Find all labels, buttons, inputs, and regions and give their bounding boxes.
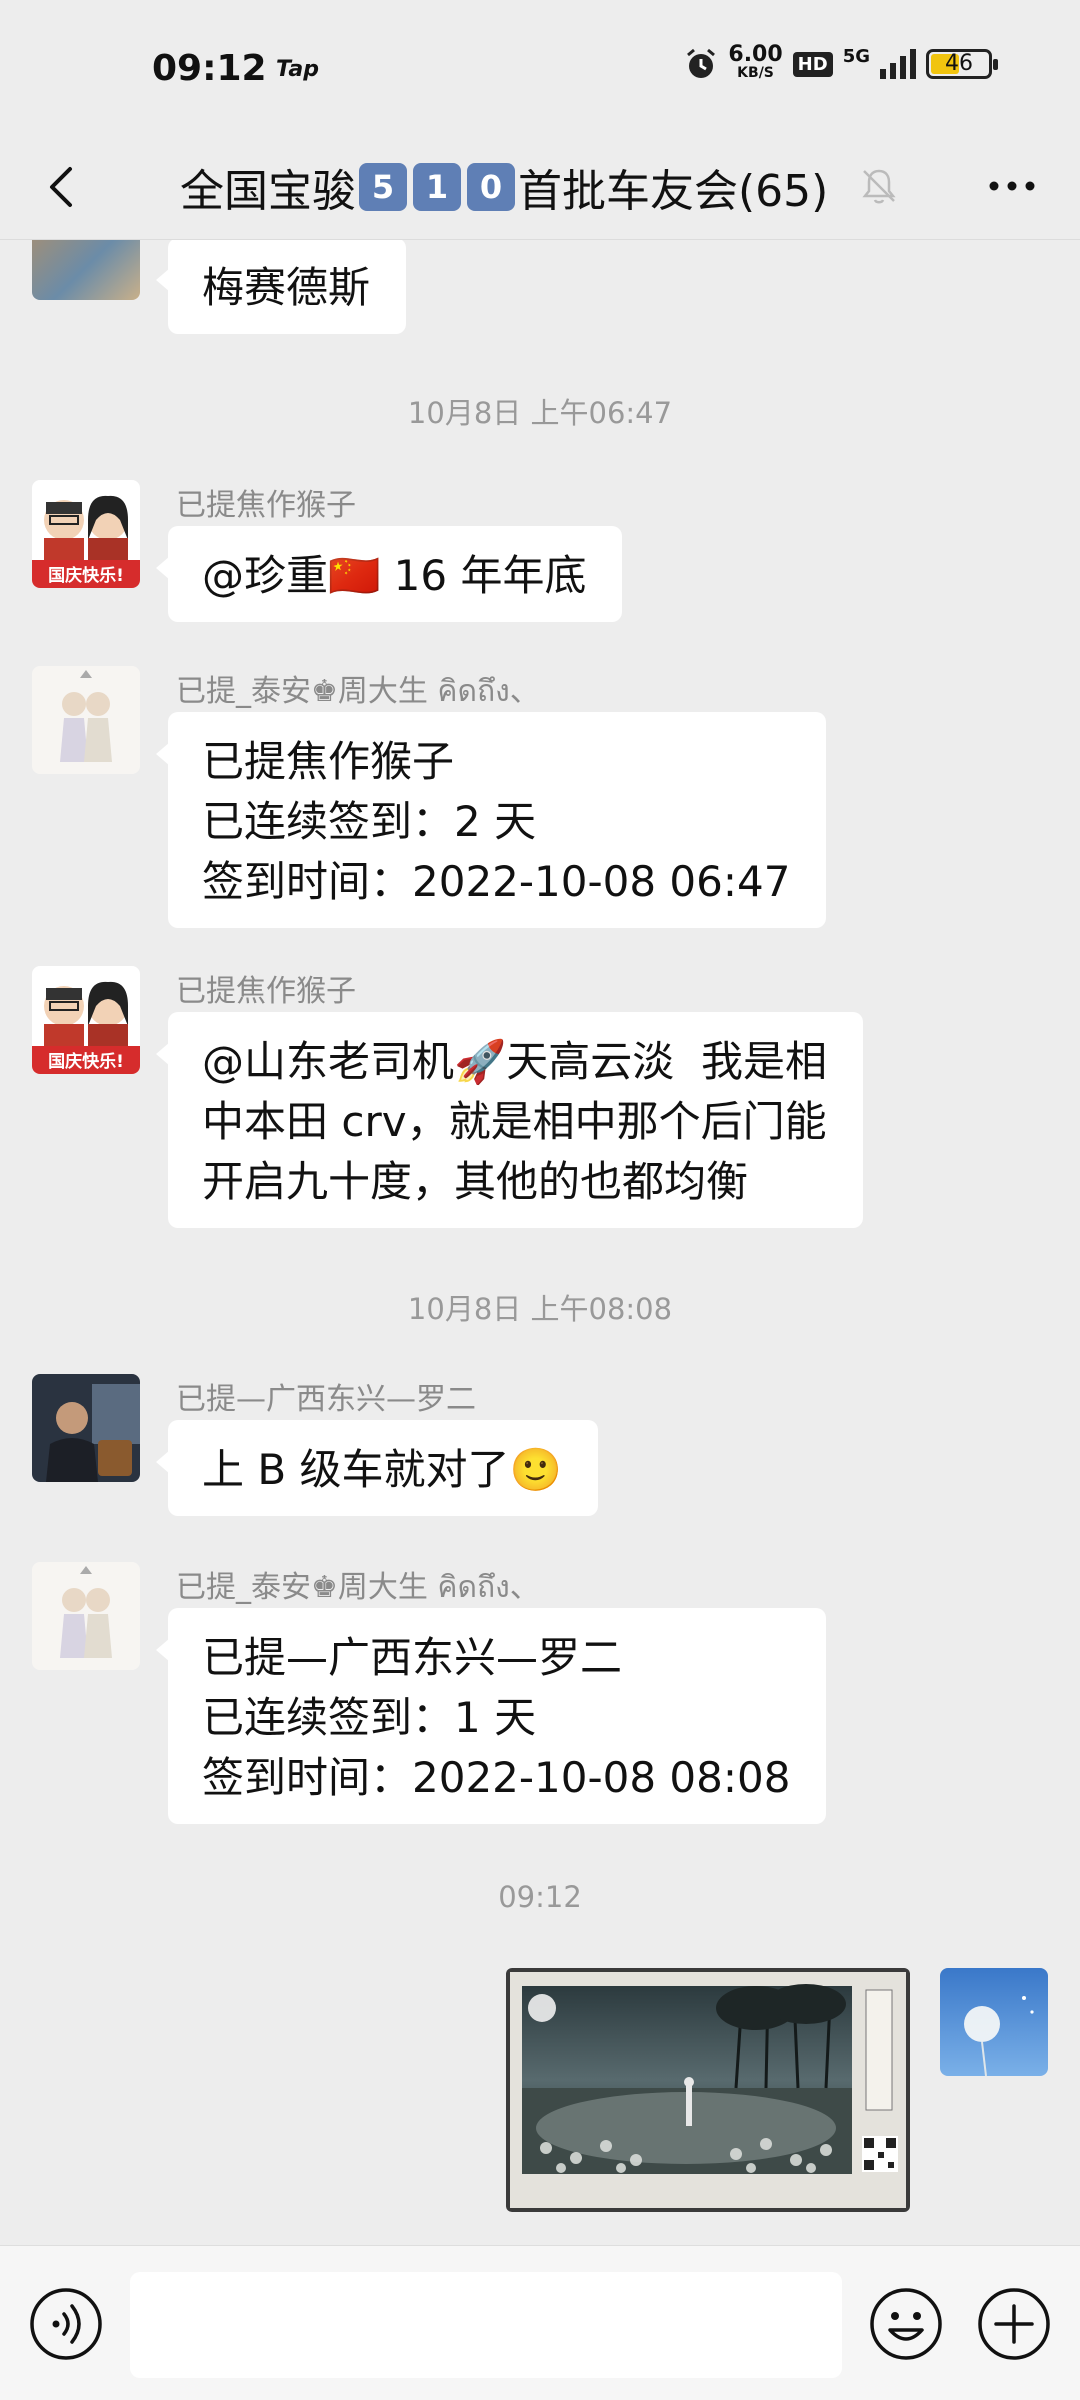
sender-name: 已提_泰安♚周大生 คิดถึง、 [176,1570,540,1605]
message-input[interactable] [130,2272,842,2378]
avatar[interactable]: 国庆快乐! [32,480,140,588]
avatar[interactable] [32,1562,140,1670]
avatar-badge-text: 国庆快乐! [48,565,124,586]
signal-icon [880,49,916,79]
back-icon[interactable] [40,163,88,211]
emoji-icon[interactable] [868,2286,944,2362]
voice-icon[interactable] [28,2286,104,2362]
message-bubble[interactable]: 上 B 级车就对了🙂 [156,1420,598,1516]
title-prefix: 全国宝骏 [180,166,356,217]
title-digit: 0 [467,163,515,211]
message-bubble[interactable]: 已提焦作猴子 已连续签到：2 天 签到时间：2022-10-08 06:47 [155,712,827,928]
more-icon[interactable] [984,161,1040,211]
sender-name: 已提_泰安♚周大生 คิดถึง、 [176,674,540,709]
title-digit: 1 [413,163,461,211]
status-app-badge: Tap [276,57,319,82]
message-list[interactable]: 梅赛德斯 10月8日 上午06:47 国庆快乐! 已提焦作猴子 @珍重🇨🇳 16… [0,240,1080,2245]
message-bubble[interactable]: @珍重🇨🇳 16 年年底 [155,526,623,622]
title-suffix: 首批车友会(65) [518,166,829,217]
avatar-badge-text: 国庆快乐! [48,1051,124,1072]
sender-name: 已提—广西东兴—罗二 [176,1382,476,1417]
timestamp: 09:12 [498,1880,582,1914]
message-bubble[interactable]: @山东老司机🚀天高云淡 我是相 中本田 crv，就是相中那个后门能 开启九十度，… [156,1012,863,1228]
chat-header: 全国宝骏 5 1 0 首批车友会(65) [0,135,1080,240]
network-type: 5G [842,46,870,67]
avatar[interactable] [32,666,140,774]
status-time: 09:12 [152,48,267,89]
plus-icon[interactable] [976,2286,1052,2362]
hd-badge: HD [792,51,833,77]
speed-value: 6.00 [728,42,783,67]
image-message[interactable] [506,1968,910,2212]
input-bar [0,2245,1080,2400]
status-bar: 09:12 Tap 6.00 KB/S HD 5G 46 [0,0,1080,135]
avatar[interactable] [32,240,140,300]
my-avatar[interactable] [940,1968,1048,2076]
network-speed: 6.00 KB/S [728,42,783,82]
battery-level: 46 [945,51,973,76]
sender-name: 已提焦作猴子 [176,488,356,523]
title-digit: 5 [359,163,407,211]
battery-icon: 46 [926,49,998,79]
message-bubble[interactable]: 梅赛德斯 [155,240,407,334]
sender-name: 已提焦作猴子 [176,974,356,1009]
timestamp: 10月8日 上午08:08 [407,1292,673,1326]
chat-title: 全国宝骏 5 1 0 首批车友会(65) [180,155,828,219]
status-indicators: 6.00 KB/S HD 5G 46 [684,42,998,82]
avatar[interactable] [32,1374,140,1482]
alarm-icon [687,48,716,78]
timestamp: 10月8日 上午06:47 [407,396,673,430]
mute-icon [862,169,896,204]
avatar[interactable]: 国庆快乐! [32,966,140,1074]
message-bubble[interactable]: 已提—广西东兴—罗二 已连续签到：1 天 签到时间：2022-10-08 08:… [155,1608,827,1824]
